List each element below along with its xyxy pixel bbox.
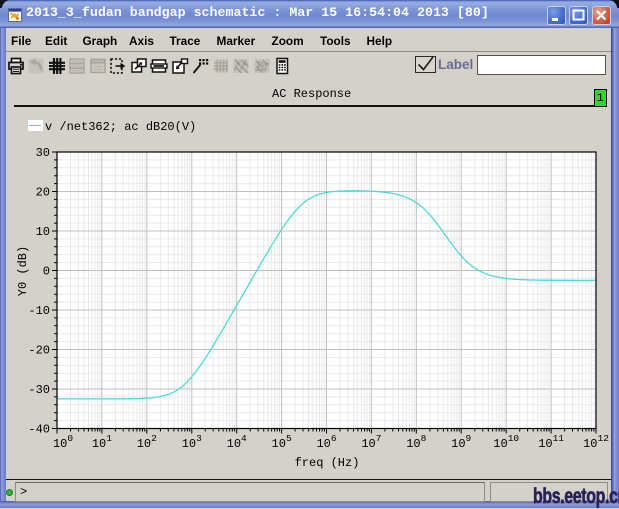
svg-text:-40: -40: [28, 423, 50, 437]
svg-text:105: 105: [272, 433, 292, 451]
svg-text:-10: -10: [28, 304, 50, 318]
svg-text:1010: 1010: [493, 433, 519, 451]
svg-text:107: 107: [361, 433, 381, 451]
svg-text:1012: 1012: [583, 433, 609, 451]
svg-text:100: 100: [53, 433, 73, 451]
svg-text:106: 106: [316, 433, 336, 451]
svg-text:30: 30: [36, 146, 50, 160]
svg-text:20: 20: [36, 186, 50, 200]
svg-text:freq (Hz): freq (Hz): [295, 456, 360, 470]
svg-text:104: 104: [227, 433, 247, 451]
svg-text:108: 108: [406, 433, 426, 451]
svg-text:103: 103: [182, 433, 202, 451]
svg-text:101: 101: [92, 433, 112, 451]
svg-text:10: 10: [36, 225, 50, 239]
svg-text:0: 0: [43, 265, 50, 279]
svg-text:102: 102: [137, 433, 157, 451]
svg-text:109: 109: [451, 433, 471, 451]
svg-text:-20: -20: [28, 344, 50, 358]
svg-text:1011: 1011: [538, 433, 564, 451]
svg-text:-30: -30: [28, 383, 50, 397]
svg-text:Y0 (dB): Y0 (dB): [16, 246, 30, 296]
